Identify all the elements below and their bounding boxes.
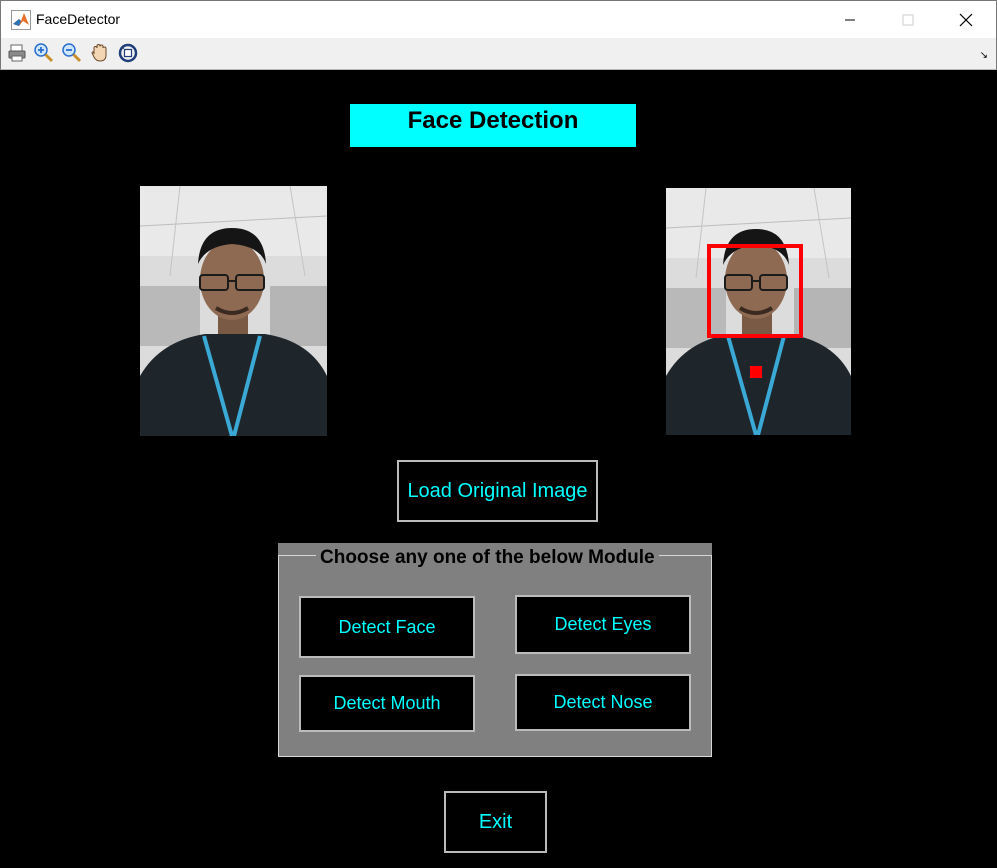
dock-arrow-icon[interactable]: ↘ (980, 50, 988, 61)
load-original-image-button[interactable]: Load Original Image (397, 460, 598, 522)
detect-nose-button[interactable]: Detect Nose (515, 674, 691, 731)
detected-image (666, 188, 851, 435)
detect-eyes-button[interactable]: Detect Eyes (515, 595, 691, 654)
window-titlebar: FaceDetector (0, 0, 997, 38)
module-panel: Choose any one of the below Module Detec… (278, 543, 712, 757)
matlab-logo-icon (11, 10, 31, 30)
zoom-out-icon[interactable] (60, 41, 84, 65)
print-icon[interactable] (5, 41, 29, 65)
maximize-button[interactable] (879, 1, 937, 39)
exit-button[interactable]: Exit (444, 791, 547, 853)
original-image (140, 186, 327, 436)
badge-detection-box (750, 366, 762, 378)
detect-mouth-button[interactable]: Detect Mouth (299, 675, 475, 732)
figure-toolbar: ↘ (0, 38, 997, 70)
zoom-in-icon[interactable] (32, 41, 56, 65)
pan-hand-icon[interactable] (88, 41, 112, 65)
minimize-button[interactable] (821, 1, 879, 39)
close-button[interactable] (937, 1, 995, 39)
window-title: FaceDetector (36, 11, 121, 27)
module-panel-title: Choose any one of the below Module (316, 547, 659, 569)
rotate-3d-icon[interactable] (116, 41, 140, 65)
detect-face-button[interactable]: Detect Face (299, 596, 475, 658)
page-title: Face Detection (350, 104, 636, 147)
